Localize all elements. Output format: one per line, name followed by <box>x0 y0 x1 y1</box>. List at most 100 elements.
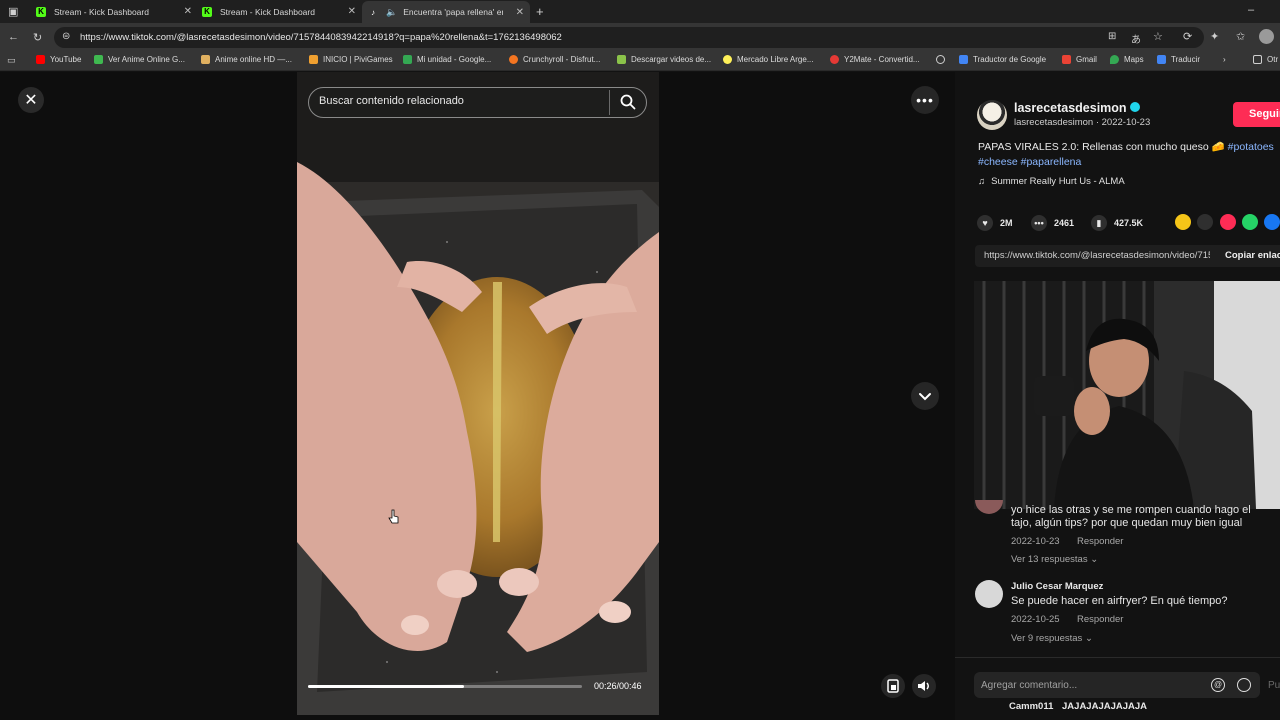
send-icon[interactable] <box>1220 214 1236 230</box>
author-handle-date: lasrecetasdesimon · 2022-10-23 <box>1014 117 1151 128</box>
bookmark-pivigames[interactable]: INICIO | PiviGames <box>309 55 393 64</box>
music-link[interactable]: ♫ Summer Really Hurt Us - ALMA <box>978 176 1125 187</box>
emoji-icon[interactable] <box>1237 678 1251 692</box>
heart-icon: ♥ <box>977 215 993 231</box>
reply-button[interactable]: Responder <box>1077 614 1123 625</box>
webcam-overlay <box>974 281 1280 509</box>
facebook-icon[interactable] <box>1264 214 1280 230</box>
bookmark-maps[interactable]: Maps <box>1110 55 1144 64</box>
embed-icon[interactable] <box>1197 214 1213 230</box>
view-replies-button[interactable]: Ver 13 respuestas ⌄ <box>1011 554 1098 565</box>
tab-kick-1[interactable]: K Stream - Kick Dashboard ✕ <box>30 2 198 21</box>
bookmark-download-videos[interactable]: Descargar videos de... <box>617 55 711 64</box>
translate-icon <box>1157 55 1166 64</box>
close-video-button[interactable]: ✕ <box>18 87 44 113</box>
search-input[interactable]: Buscar contenido relacionado <box>319 95 464 107</box>
chevron-down-icon: ⌄ <box>1084 633 1093 644</box>
extensions-refresh-icon[interactable]: ⟳ <box>1183 30 1192 43</box>
tab-tiktok[interactable]: ♪ 🔈 Encuentra 'papa rellena' en TikTok ✕ <box>362 1 530 23</box>
bookmarks-overflow-icon[interactable]: › <box>1223 55 1226 64</box>
url-text[interactable]: https://www.tiktok.com/@lasrecetasdesimo… <box>80 32 562 43</box>
follow-button[interactable]: Seguir <box>1233 102 1280 127</box>
music-note-icon: ♫ <box>978 176 986 187</box>
whatsapp-icon[interactable] <box>1242 214 1258 230</box>
puzzle-icon[interactable]: ✦ <box>1210 30 1219 43</box>
close-icon[interactable]: ✕ <box>348 6 356 17</box>
comment-count: 2461 <box>1054 218 1075 228</box>
comment-text: Se puede hacer en airfryer? En qué tiemp… <box>1011 595 1228 607</box>
favorites-icon[interactable]: ✩ <box>1236 30 1245 43</box>
bookmark-other[interactable]: Otr <box>1253 55 1278 64</box>
chevron-down-icon: ⌄ <box>1090 554 1099 565</box>
hashtag-link[interactable]: #cheese #paparellena <box>978 156 1081 168</box>
bookmark-y2mate[interactable]: Y2Mate - Convertid... <box>830 55 920 64</box>
author-username[interactable]: lasrecetasdesimon <box>1014 101 1127 115</box>
progress-bar[interactable] <box>308 685 582 688</box>
reply-button[interactable]: Responder <box>1077 536 1123 547</box>
bookmark-traducir[interactable]: Traducir <box>1157 55 1200 64</box>
video-frame[interactable] <box>297 72 659 715</box>
reload-icon[interactable]: ↻ <box>33 31 42 44</box>
more-icon: ••• <box>916 92 934 108</box>
folder-icon <box>1253 55 1262 64</box>
close-icon[interactable]: ✕ <box>184 6 192 17</box>
volume-button[interactable] <box>912 674 936 698</box>
post-comment-button[interactable]: Pu <box>1268 680 1280 691</box>
copy-link-button[interactable]: Copiar enlace <box>1225 250 1280 261</box>
bookmark-anime-hd[interactable]: Anime online HD —... <box>201 55 292 64</box>
gmail-icon <box>1062 55 1071 64</box>
bookmark-youtube[interactable]: YouTube <box>36 55 81 64</box>
stream-chat-overlay: Camm011 JAJAJAJAJAJAJA <box>1009 701 1147 712</box>
search-icon[interactable] <box>619 93 637 111</box>
hand-cursor-icon <box>388 509 399 524</box>
translate-icon[interactable]: あ <box>1131 31 1141 46</box>
commenter-avatar[interactable] <box>975 580 1003 608</box>
bookmark-crunchyroll[interactable]: Crunchyroll - Disfrut... <box>509 55 600 64</box>
video-content <box>297 72 659 715</box>
download-icon <box>617 55 626 64</box>
next-video-button[interactable] <box>911 382 939 410</box>
minimize-icon[interactable]: – <box>1248 4 1254 16</box>
bookmark-gmail[interactable]: Gmail <box>1062 55 1097 64</box>
tab-kick-2[interactable]: K Stream - Kick Dashboard ✕ <box>196 2 362 21</box>
bookmark-label: Mercado Libre Arge... <box>737 55 814 64</box>
tab-title: Encuentra 'papa rellena' en TikTok <box>403 7 503 17</box>
comment-input[interactable]: Agregar comentario... <box>981 680 1077 691</box>
pip-icon <box>887 679 899 693</box>
like-button[interactable]: ♥ 2M <box>977 215 1013 231</box>
bookmark-label: Anime online HD —... <box>215 55 292 64</box>
more-options-button[interactable]: ••• <box>911 86 939 114</box>
site-info-icon[interactable]: ⊜ <box>62 31 70 42</box>
view-replies-button[interactable]: Ver 9 respuestas ⌄ <box>1011 633 1093 644</box>
picture-in-picture-button[interactable] <box>881 674 905 698</box>
share-friends-icon[interactable] <box>1175 214 1191 230</box>
bookmark-label: Descargar videos de... <box>631 55 712 64</box>
volume-icon <box>918 681 929 691</box>
bookmark-anime-online[interactable]: Ver Anime Online G... <box>94 55 185 64</box>
new-tab-icon[interactable]: + <box>536 4 544 19</box>
app-install-icon[interactable]: ⊞ <box>1108 31 1116 42</box>
save-button[interactable]: ▮ 427.5K <box>1091 215 1143 231</box>
hashtag-link[interactable]: #potatoes <box>1228 141 1274 153</box>
close-icon[interactable]: ✕ <box>516 7 524 18</box>
comment-button[interactable]: ••• 2461 <box>1031 215 1074 231</box>
post-link[interactable]: https://www.tiktok.com/@lasrecetasdesimo… <box>984 250 1210 261</box>
profile-avatar[interactable] <box>1259 29 1274 44</box>
post-description: PAPAS VIRALES 2.0: Rellenas con mucho qu… <box>978 140 1280 170</box>
chevron-down-icon <box>919 393 931 401</box>
author-avatar[interactable] <box>977 100 1007 130</box>
bookmark-google-translate[interactable]: Traductor de Google <box>959 55 1046 64</box>
commenter-name[interactable]: Julio Cesar Marquez <box>1011 581 1103 592</box>
mention-icon[interactable]: @ <box>1211 678 1225 692</box>
speaker-icon: 🔈 <box>386 6 398 17</box>
tab-actions-icon[interactable]: ▣ <box>8 5 18 18</box>
bookmark-label: Crunchyroll - Disfrut... <box>523 55 601 64</box>
bookmark-icon: ▮ <box>1091 215 1107 231</box>
sidebar-toggle-icon[interactable]: ▭ <box>7 55 16 66</box>
cheese-emoji: 🧀 <box>1211 141 1225 153</box>
bookmark-globe[interactable] <box>936 55 950 64</box>
bookmark-mercado-libre[interactable]: Mercado Libre Arge... <box>723 55 813 64</box>
star-icon[interactable]: ☆ <box>1153 30 1163 43</box>
bookmark-google-drive[interactable]: Mi unidad - Google... <box>403 55 491 64</box>
back-icon[interactable]: ← <box>8 31 19 43</box>
